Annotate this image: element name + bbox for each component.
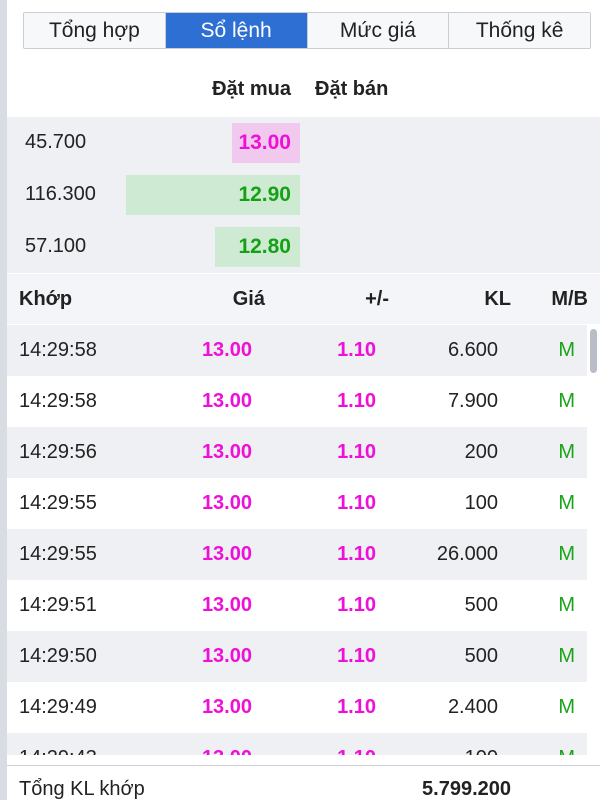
bid-price[interactable]: 12.80 <box>238 235 291 259</box>
trade-time: 14:29:51 <box>19 594 97 616</box>
bid-price[interactable]: 13.00 <box>238 131 291 155</box>
trade-volume: 500 <box>464 645 498 667</box>
trade-time: 14:29:55 <box>19 543 97 565</box>
trade-volume: 100 <box>464 492 498 514</box>
trade-change: 1.10 <box>337 390 376 412</box>
trade-price: 13.00 <box>201 543 252 565</box>
trades-list[interactable]: 14:29:58 13.00 1.10 6.600 M 14:29:58 13.… <box>7 325 600 755</box>
order-book-header: Đặt mua Đặt bán <box>7 70 600 110</box>
tab-muc-gia[interactable]: Mức giá <box>307 13 450 48</box>
order-book-row: 57.100 12.80 <box>7 221 600 273</box>
trade-row: 14:29:55 13.00 1.10 26.000 M <box>7 529 587 580</box>
trade-volume: 26.000 <box>436 543 498 565</box>
trade-side: M <box>558 696 575 718</box>
trade-time-header: Khớp <box>19 288 73 310</box>
trade-change-header: +/- <box>365 288 389 310</box>
trade-change: 1.10 <box>337 594 376 616</box>
trade-side: M <box>558 492 575 514</box>
total-volume-value: 5.799.200 <box>422 778 511 800</box>
trades-scrollbar[interactable] <box>590 329 597 373</box>
trade-change: 1.10 <box>337 747 376 755</box>
trade-time: 14:29:50 <box>19 645 97 667</box>
trade-volume: 2.400 <box>447 696 498 718</box>
bid-quantity: 116.300 <box>25 183 96 205</box>
trade-row: 14:29:58 13.00 1.10 6.600 M <box>7 325 587 376</box>
trade-price: 13.00 <box>201 696 252 718</box>
trade-time: 14:29:55 <box>19 492 97 514</box>
trade-side: M <box>558 441 575 463</box>
trade-side: M <box>558 339 575 361</box>
trade-change: 1.10 <box>337 543 376 565</box>
tab-thong-ke[interactable]: Thống kê <box>449 13 590 48</box>
trade-time: 14:29:58 <box>19 339 97 361</box>
trade-row: 14:29:58 13.00 1.10 7.900 M <box>7 376 587 427</box>
trade-row: 14:29:49 13.00 1.10 2.400 M <box>7 682 587 733</box>
sell-column-header: Đặt bán <box>315 78 389 100</box>
total-volume-footer: Tổng KL khớp 5.799.200 <box>7 765 600 800</box>
trade-change: 1.10 <box>337 441 376 463</box>
trade-price: 13.00 <box>201 645 252 667</box>
trade-change: 1.10 <box>337 339 376 361</box>
tab-bar: Tổng hợp Sổ lệnh Mức giá Thống kê <box>23 12 591 49</box>
trade-price: 13.00 <box>201 390 252 412</box>
trade-time: 14:29:49 <box>19 696 97 718</box>
trade-row: 14:29:43 13.00 1.10 100 M <box>7 733 587 755</box>
bid-price[interactable]: 12.90 <box>238 183 291 207</box>
trade-price: 13.00 <box>201 339 252 361</box>
trade-row: 14:29:55 13.00 1.10 100 M <box>7 478 587 529</box>
trade-side: M <box>558 747 575 755</box>
trade-side: M <box>558 543 575 565</box>
trade-change: 1.10 <box>337 696 376 718</box>
trade-price: 13.00 <box>201 441 252 463</box>
trades-header: Khớp Giá +/- KL M/B <box>7 274 600 324</box>
trade-row: 14:29:56 13.00 1.10 200 M <box>7 427 587 478</box>
trade-price-header: Giá <box>232 288 265 310</box>
trade-time: 14:29:56 <box>19 441 97 463</box>
trade-time: 14:29:58 <box>19 390 97 412</box>
trade-row: 14:29:51 13.00 1.10 500 M <box>7 580 587 631</box>
bid-quantity: 57.100 <box>25 235 87 257</box>
bid-quantity: 45.700 <box>25 131 87 153</box>
trade-price: 13.00 <box>202 747 252 755</box>
trade-change: 1.10 <box>337 492 376 514</box>
trade-price: 13.00 <box>201 594 252 616</box>
order-panel: Tổng hợp Sổ lệnh Mức giá Thống kê Đặt mu… <box>7 0 600 800</box>
trade-side: M <box>558 645 575 667</box>
trade-side: M <box>558 594 575 616</box>
trade-side-header: M/B <box>551 288 588 310</box>
trade-volume: 7.900 <box>447 390 498 412</box>
trade-time: 14:29:43 <box>19 747 97 755</box>
buy-column-header: Đặt mua <box>212 78 291 100</box>
trade-row: 14:29:50 13.00 1.10 500 M <box>7 631 587 682</box>
tab-tong-hop[interactable]: Tổng hợp <box>24 13 166 48</box>
order-book-row: 116.300 12.90 <box>7 169 600 221</box>
trade-volume: 6.600 <box>447 339 498 361</box>
left-panel-edge <box>0 0 7 800</box>
trade-volume: 500 <box>464 594 498 616</box>
trade-side: M <box>558 390 575 412</box>
trade-volume-header: KL <box>484 288 511 310</box>
total-volume-label: Tổng KL khớp <box>19 778 145 800</box>
order-book-row: 45.700 13.00 <box>7 117 600 169</box>
tab-so-lenh[interactable]: Sổ lệnh <box>165 13 308 48</box>
trade-volume: 100 <box>465 747 498 755</box>
trade-price: 13.00 <box>201 492 252 514</box>
trade-change: 1.10 <box>337 645 376 667</box>
trade-volume: 200 <box>464 441 498 463</box>
